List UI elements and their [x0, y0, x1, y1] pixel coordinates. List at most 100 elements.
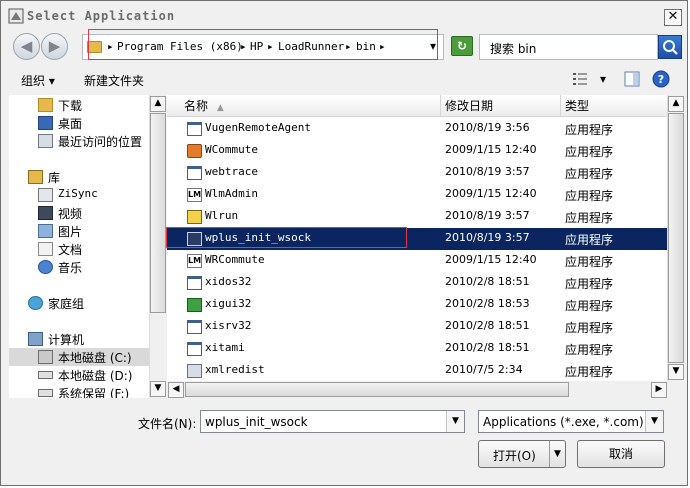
view-options-icon[interactable] [572, 72, 588, 86]
music-icon [38, 260, 53, 274]
new-folder-button[interactable]: 新建文件夹 [84, 72, 144, 89]
scroll-left-button[interactable]: ◀ [168, 382, 184, 398]
scroll-up-button[interactable]: ▲ [668, 96, 684, 112]
forward-button[interactable]: ▶ [41, 33, 68, 60]
file-row[interactable]: WCommute 2009/1/15 12:40 应用程序 [167, 140, 667, 162]
file-row[interactable]: LM WlmAdmin 2009/1/15 12:40 应用程序 [167, 184, 667, 206]
filename-input[interactable]: wplus_init_wsock [205, 415, 308, 429]
horizontal-scrollbar[interactable]: ◀ ▶ [167, 381, 668, 398]
refresh-button[interactable]: ↻ [451, 36, 473, 56]
horizontal-scroll-thumb[interactable] [185, 382, 569, 397]
svg-text:?: ? [658, 73, 664, 86]
scroll-right-button[interactable]: ▶ [651, 382, 667, 398]
filename-combobox[interactable]: wplus_init_wsock ▼ [200, 410, 465, 433]
file-name: xisrv32 [205, 319, 252, 332]
file-list-scrollbar[interactable]: ▲ ▼ [667, 95, 684, 381]
sidebar-label: ZiSync [58, 187, 98, 200]
file-name: xmlredist [205, 363, 265, 376]
drive-c-icon [38, 350, 53, 364]
sidebar-item-drive-d[interactable]: 本地磁盘 (D:) [9, 366, 149, 384]
search-button[interactable] [658, 35, 682, 59]
sidebar-item-zisync[interactable]: ZiSync [9, 186, 149, 204]
file-row[interactable]: xitami 2010/2/8 18:51 应用程序 [167, 338, 667, 360]
file-type: 应用程序 [565, 189, 614, 203]
scroll-down-button[interactable]: ▼ [668, 364, 684, 380]
sidebar-label: 计算机 [48, 333, 85, 347]
sidebar-label: 本地磁盘 (C:) [58, 351, 132, 365]
sidebar-label: 系统保留 (F:) [58, 387, 130, 398]
selected-file-highlight-box [166, 227, 407, 248]
file-row[interactable]: xidos32 2010/2/8 18:51 应用程序 [167, 272, 667, 294]
file-date: 2009/1/15 12:40 [445, 253, 537, 266]
column-type-label: 类型 [565, 99, 590, 113]
homegroup-icon [28, 296, 43, 310]
wlrun-icon [187, 210, 202, 224]
lm-icon: LM [187, 254, 202, 268]
sidebar-item-desktop[interactable]: 桌面 [9, 114, 149, 132]
sidebar-item-homegroup[interactable]: 家庭组 [9, 294, 149, 312]
file-type: 应用程序 [565, 145, 614, 159]
file-row[interactable]: webtrace 2010/8/19 3:57 应用程序 [167, 162, 667, 184]
file-type: 应用程序 [565, 299, 614, 313]
file-row[interactable]: LM WRCommute 2009/1/15 12:40 应用程序 [167, 250, 667, 272]
column-header-name[interactable]: 名称 ▲ [167, 95, 441, 117]
column-header-date[interactable]: 修改日期 [441, 95, 561, 117]
cancel-button-label: 取消 [608, 447, 633, 461]
file-row[interactable]: VugenRemoteAgent 2010/8/19 3:56 应用程序 [167, 118, 667, 140]
file-row[interactable]: xmlredist 2010/7/5 2:34 应用程序 [167, 360, 667, 381]
organize-menu[interactable]: 组织 ▾ [21, 72, 55, 89]
view-dropdown-icon[interactable]: ▾ [600, 72, 606, 86]
sidebar-item-videos[interactable]: 视频 [9, 204, 149, 222]
file-row[interactable]: xisrv32 2010/2/8 18:51 应用程序 [167, 316, 667, 338]
filename-dropdown-button[interactable]: ▼ [446, 411, 464, 432]
sidebar-item-recent-places[interactable]: 最近访问的位置 [9, 132, 149, 150]
filetype-dropdown-button[interactable]: ▼ [645, 411, 663, 432]
sidebar-label: 库 [48, 171, 61, 185]
sidebar-item-drive-c[interactable]: 本地磁盘 (C:) [9, 348, 149, 366]
file-type: 应用程序 [565, 277, 614, 291]
sidebar-item-downloads[interactable]: 下载 [9, 96, 149, 114]
file-date: 2010/2/8 18:51 [445, 341, 530, 354]
preview-pane-icon[interactable] [624, 71, 640, 87]
file-row[interactable]: xigui32 2010/2/8 18:53 应用程序 [167, 294, 667, 316]
navigation-scrollbar[interactable]: ▲ ▼ [149, 95, 166, 398]
back-button[interactable]: ◀ [13, 33, 40, 60]
sidebar-label: 图片 [58, 225, 83, 239]
close-button[interactable]: ✕ [664, 9, 682, 26]
scroll-thumb[interactable] [668, 113, 684, 363]
file-date: 2009/1/15 12:40 [445, 187, 537, 200]
sidebar-item-pictures[interactable]: 图片 [9, 222, 149, 240]
search-box[interactable]: 搜索 bin [479, 34, 658, 60]
scroll-up-button[interactable]: ▲ [150, 96, 166, 112]
scroll-thumb[interactable] [150, 113, 166, 313]
column-header-type[interactable]: 类型 [561, 95, 667, 117]
column-name-label: 名称 [184, 99, 209, 113]
open-button[interactable]: 打开(O) ▼ [478, 440, 566, 468]
search-input[interactable]: 搜索 bin [490, 40, 536, 57]
recent-places-icon [38, 134, 53, 148]
file-date: 2010/2/8 18:51 [445, 275, 530, 288]
column-header-bar: 名称 ▲ 修改日期 类型 [167, 95, 667, 117]
exe-window-icon [187, 276, 202, 290]
file-date: 2010/8/19 3:57 [445, 165, 530, 178]
file-name: VugenRemoteAgent [205, 121, 311, 134]
sidebar-item-documents[interactable]: 文档 [9, 240, 149, 258]
file-date: 2010/2/8 18:51 [445, 319, 530, 332]
computer-icon [28, 332, 43, 346]
cancel-button[interactable]: 取消 [577, 440, 665, 468]
help-icon[interactable]: ? [652, 70, 670, 88]
sidebar-label: 音乐 [58, 261, 83, 275]
file-name: xidos32 [205, 275, 252, 288]
file-row[interactable]: Wlrun 2010/8/19 3:57 应用程序 [167, 206, 667, 228]
filetype-combobox[interactable]: Applications (*.exe, *.com) ▼ [478, 410, 664, 433]
sidebar-item-libraries[interactable]: 库 [9, 168, 149, 186]
scroll-down-button[interactable]: ▼ [150, 381, 166, 397]
open-dropdown-button[interactable]: ▼ [549, 441, 565, 467]
sidebar-item-computer[interactable]: 计算机 [9, 330, 149, 348]
sidebar-label: 文档 [58, 243, 83, 257]
sidebar-item-drive-f[interactable]: 系统保留 (F:) [9, 384, 149, 398]
file-name: Wlrun [205, 209, 239, 222]
application-icon [8, 8, 24, 24]
file-name: WCommute [205, 143, 258, 156]
sidebar-item-music[interactable]: 音乐 [9, 258, 149, 276]
